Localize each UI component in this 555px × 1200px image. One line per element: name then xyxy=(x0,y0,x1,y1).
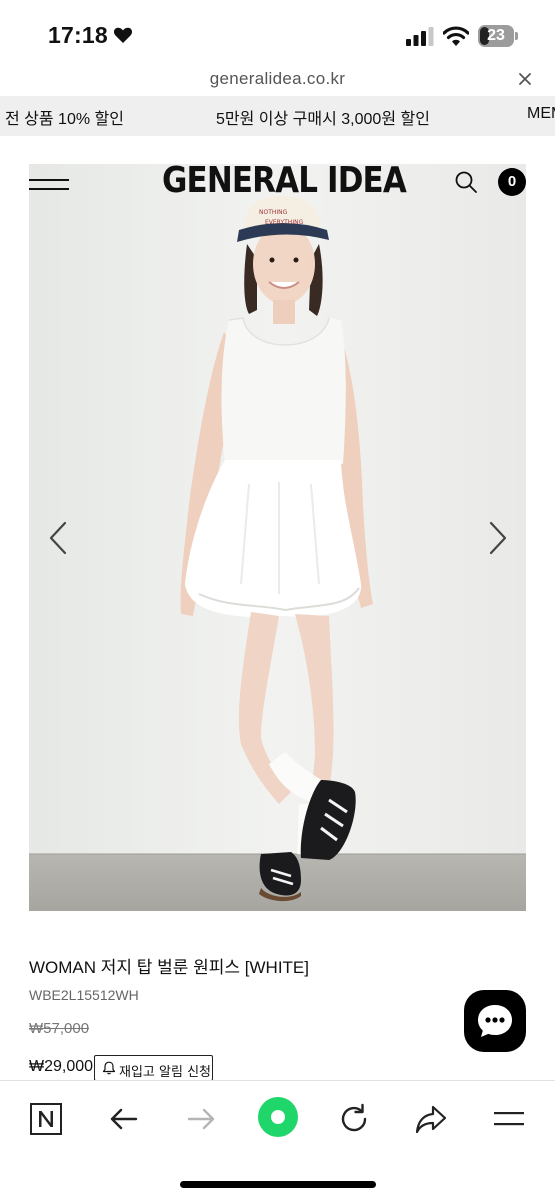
cart-badge[interactable]: 0 xyxy=(498,168,526,196)
product-code: WBE2L15512WH xyxy=(29,987,139,1003)
close-icon[interactable] xyxy=(517,71,533,87)
promo-item[interactable]: 전 상품 10% 할인 xyxy=(5,105,124,129)
brand-logo[interactable]: GENERAL IDEA xyxy=(162,160,407,204)
promo-item[interactable]: 5만원 이상 구매시 3,000원 할인 xyxy=(216,105,430,129)
green-dot-icon[interactable] xyxy=(256,1095,300,1139)
original-price: ₩57,000 xyxy=(29,1020,90,1037)
battery-level: 23 xyxy=(487,27,505,44)
hamburger-menu-icon[interactable] xyxy=(29,176,69,194)
wifi-icon xyxy=(443,26,469,46)
cap-text: NOTHING xyxy=(259,209,288,216)
battery-indicator: 23 xyxy=(478,25,518,47)
chevron-left-icon[interactable] xyxy=(48,521,68,555)
search-icon[interactable] xyxy=(454,170,478,194)
promo-ticker: 전 상품 10% 할인 5만원 이상 구매시 3,000원 할인 MEM xyxy=(0,96,555,136)
share-icon[interactable] xyxy=(411,1099,451,1139)
status-time: 17:18 xyxy=(48,22,108,48)
url-bar[interactable]: generalidea.co.kr xyxy=(0,64,555,96)
cellular-signal-icon xyxy=(406,27,434,46)
chevron-right-icon[interactable] xyxy=(488,521,508,555)
heart-icon xyxy=(113,27,133,43)
product-image[interactable]: NOTHING EVERYTHING xyxy=(29,164,526,911)
restock-alert-button[interactable]: 재입고 알림 신청 xyxy=(94,1055,213,1081)
chat-button[interactable] xyxy=(464,990,526,1052)
toolbar-menu-icon[interactable] xyxy=(489,1099,529,1139)
sale-price: ₩29,000 xyxy=(29,1058,94,1075)
restock-label: 재입고 알림 신청 xyxy=(119,1065,211,1080)
chat-bubble-icon xyxy=(478,1005,512,1037)
home-indicator xyxy=(180,1181,376,1188)
promo-item[interactable]: MEM xyxy=(527,105,555,123)
forward-arrow-icon[interactable] xyxy=(181,1099,221,1139)
svg-text:EVERYTHING: EVERYTHING xyxy=(265,219,304,226)
url-text[interactable]: generalidea.co.kr xyxy=(0,69,555,89)
naver-n-icon[interactable] xyxy=(26,1099,66,1139)
product-name: WOMAN 저지 탑 벌룬 원피스 [WHITE] xyxy=(29,958,309,977)
bell-icon xyxy=(102,1061,116,1075)
status-bar: 17:18 23 xyxy=(0,0,555,64)
back-arrow-icon[interactable] xyxy=(104,1099,144,1139)
browser-toolbar xyxy=(0,1080,555,1200)
reload-icon[interactable] xyxy=(334,1099,374,1139)
